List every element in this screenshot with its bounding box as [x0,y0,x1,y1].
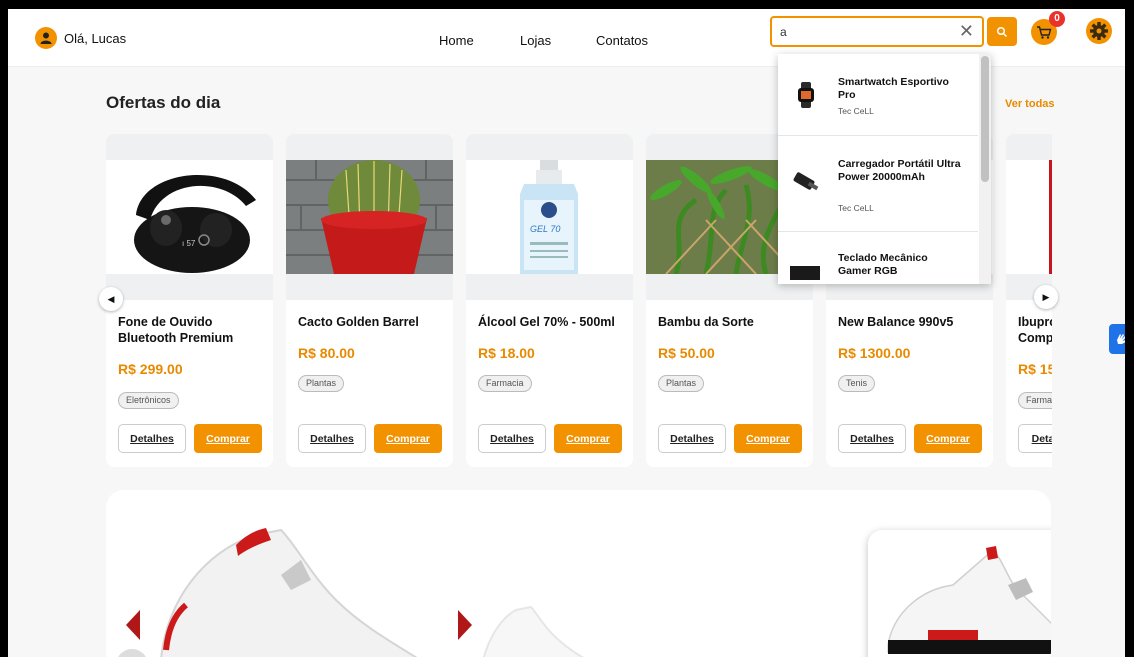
category-tag: Tenis [838,375,876,392]
details-button[interactable]: Detalhes [838,424,906,453]
buy-button[interactable]: Comprar [914,424,982,453]
product-price: R$ 15 [1018,361,1052,377]
carousel-next-button[interactable]: ▶ [1034,285,1058,309]
product-image: GEL 70 [466,134,633,300]
nav-contatos[interactable]: Contatos [596,33,648,48]
search-result-name: Smartwatch Esportivo Pro [838,76,949,101]
nav-lojas[interactable]: Lojas [520,33,551,48]
svg-text:GEL 70: GEL 70 [530,224,560,234]
search-result-name: Carregador Portátil Ultra Power 20000mAh [838,158,961,183]
keyboard-thumbnail [790,266,820,280]
clear-search-icon[interactable]: ✕ [959,21,974,42]
sign-language-icon [1116,334,1126,344]
product-image [286,134,453,300]
category-tag: Plantas [298,375,345,392]
see-all-link[interactable]: Ver todas [1005,98,1055,110]
power-bank-thumbnail [793,172,819,191]
product-price: R$ 50.00 [658,345,715,361]
product-image: ı 57 [106,134,273,300]
user-greeting[interactable]: Olá, Lucas [35,27,126,49]
details-button[interactable]: Detalhes [478,424,546,453]
svg-text:ı 57: ı 57 [182,239,196,248]
details-button[interactable]: Detalhes [118,424,186,453]
gear-icon [1086,18,1112,44]
featured-product-card[interactable] [868,530,1051,657]
search-result-name: Teclado Mecânico Gamer RGB [838,252,928,277]
category-tag: Farmac [1018,392,1052,409]
search-button[interactable] [987,17,1017,46]
product-price: R$ 80.00 [298,345,355,361]
search-result-item[interactable]: Carregador Portátil Ultra Power 20000mAh… [778,136,978,232]
details-button[interactable]: Detalhes [658,424,726,453]
category-tag: Eletrônicos [118,392,179,409]
product-name: New Balance 990v5 [838,315,954,329]
buy-button[interactable]: Comprar [734,424,802,453]
user-avatar-icon [35,27,57,49]
caret-left-icon: ◀ [107,293,115,304]
product-image [1006,134,1052,300]
product-card[interactable]: ı 57 Fone de Ouvido Bluetooth Premium R$… [106,134,273,467]
settings-button[interactable] [1086,18,1112,44]
product-name: Bambu da Sorte [658,315,754,329]
caret-right-icon: ▶ [1042,291,1050,302]
product-card[interactable]: Cacto Golden Barrel R$ 80.00 Plantas Det… [286,134,453,467]
product-price: R$ 1300.00 [838,345,911,361]
offers-title: Ofertas do dia [106,93,221,112]
buy-button[interactable]: Comprar [194,424,262,453]
product-name: Álcool Gel 70% - 500ml [478,315,615,329]
search-box: ✕ [770,16,984,47]
search-result-item[interactable]: Smartwatch Esportivo Pro Tec CeLL [778,54,978,136]
search-results-dropdown: Smartwatch Esportivo Pro Tec CeLL Carreg… [778,54,991,284]
category-tag: Farmacia [478,375,532,392]
nav-home[interactable]: Home [439,33,474,48]
product-price: R$ 299.00 [118,361,183,377]
buy-button[interactable]: Comprar [554,424,622,453]
search-result-item[interactable]: Teclado Mecânico Gamer RGB [778,232,978,284]
carousel-prev-button[interactable]: ◀ [99,287,123,311]
details-button[interactable]: Deta [1018,424,1052,453]
product-card[interactable]: GEL 70 Álcool Gel 70% - 500ml R$ 18.00 F… [466,134,633,467]
smartwatch-thumbnail [798,82,814,108]
product-name: Fone de Ouvido Bluetooth Premium [118,315,234,345]
accessibility-button[interactable] [1109,324,1134,354]
search-icon [996,26,1008,37]
hero-banner [106,490,1051,657]
buy-button[interactable]: Comprar [374,424,442,453]
product-price: R$ 18.00 [478,345,535,361]
search-result-store: Tec CeLL [838,203,874,213]
search-result-store: Tec CeLL [838,106,874,116]
greeting-text: Olá, Lucas [64,30,127,46]
featured-sneaker-image [887,546,1051,654]
dropdown-scrollbar-thumb[interactable] [981,56,989,182]
category-tag: Plantas [658,375,705,392]
cart-count-badge: 0 [1049,11,1065,27]
product-name: Ibupro Comp [1018,315,1052,345]
product-name: Cacto Golden Barrel [298,315,419,329]
details-button[interactable]: Detalhes [298,424,366,453]
search-input[interactable] [780,22,950,42]
